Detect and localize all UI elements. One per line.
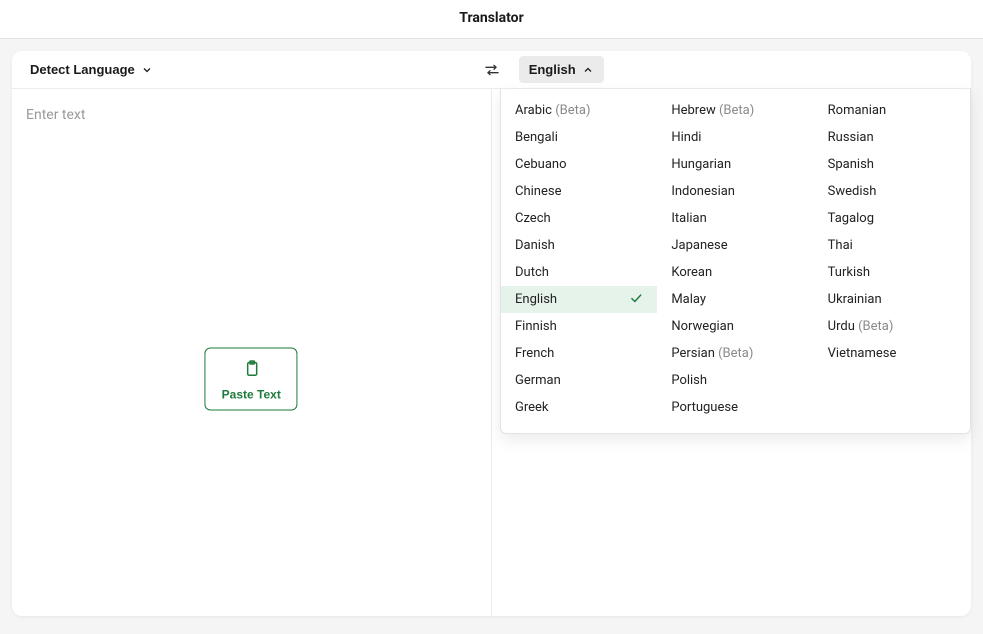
language-option-label: Czech	[515, 211, 551, 226]
language-option-english[interactable]: English	[501, 286, 657, 313]
language-option-label: Spanish	[828, 157, 874, 172]
language-option-thai[interactable]: Thai	[814, 232, 970, 259]
language-option-label: Tagalog	[828, 211, 874, 226]
swap-languages-button[interactable]	[478, 57, 506, 83]
language-option-label: Persian (Beta)	[671, 346, 753, 361]
language-option-indonesian[interactable]: Indonesian	[657, 178, 813, 205]
language-option-urdu[interactable]: Urdu (Beta)	[814, 313, 970, 340]
language-option-label: Romanian	[828, 103, 887, 118]
language-column-2: Hebrew (Beta) Hindi Hungarian Indonesian Ita…	[657, 97, 813, 421]
language-option-japanese[interactable]: Japanese	[657, 232, 813, 259]
language-option-label: Hindi	[671, 130, 701, 145]
language-option-label: Finnish	[515, 319, 557, 334]
chevron-down-icon	[141, 64, 153, 76]
language-option-label: Japanese	[671, 238, 727, 253]
language-option-portuguese[interactable]: Portuguese	[657, 394, 813, 421]
target-language-dropdown: Arabic (Beta) Bengali Cebuano Chinese Czech D…	[500, 89, 971, 434]
language-option-label: Swedish	[828, 184, 877, 199]
language-columns: Arabic (Beta) Bengali Cebuano Chinese Czech D…	[501, 97, 970, 421]
language-option-label: Malay	[671, 292, 706, 307]
translator-card: Detect Language	[12, 51, 971, 616]
target-language-label: English	[529, 62, 576, 77]
language-option-label: Polish	[671, 373, 707, 388]
language-option-label: Vietnamese	[828, 346, 897, 361]
target-toolbar: English	[511, 51, 971, 88]
language-toolbar: Detect Language	[12, 51, 971, 89]
language-option-label: Cebuano	[515, 157, 567, 172]
language-option-german[interactable]: German	[501, 367, 657, 394]
language-option-label: Chinese	[515, 184, 561, 199]
language-option-label: Arabic (Beta)	[515, 103, 591, 118]
source-toolbar: Detect Language	[12, 51, 472, 88]
paste-text-button[interactable]: Paste Text	[205, 348, 298, 411]
language-option-label: Portuguese	[671, 400, 738, 415]
language-option-finnish[interactable]: Finnish	[501, 313, 657, 340]
source-text-input[interactable]	[12, 89, 491, 249]
language-option-tagalog[interactable]: Tagalog	[814, 205, 970, 232]
language-option-hebrew[interactable]: Hebrew (Beta)	[657, 97, 813, 124]
language-option-persian[interactable]: Persian (Beta)	[657, 340, 813, 367]
language-option-arabic[interactable]: Arabic (Beta)	[501, 97, 657, 124]
check-icon	[629, 291, 643, 309]
language-option-malay[interactable]: Malay	[657, 286, 813, 313]
beta-badge: (Beta)	[855, 319, 894, 334]
language-option-czech[interactable]: Czech	[501, 205, 657, 232]
language-option-norwegian[interactable]: Norwegian	[657, 313, 813, 340]
beta-badge: (Beta)	[715, 346, 754, 361]
beta-badge: (Beta)	[716, 103, 755, 118]
language-option-spanish[interactable]: Spanish	[814, 151, 970, 178]
language-option-label: Turkish	[828, 265, 870, 280]
language-option-label: Greek	[515, 400, 549, 415]
source-language-button[interactable]: Detect Language	[20, 56, 163, 83]
language-option-turkish[interactable]: Turkish	[814, 259, 970, 286]
language-option-french[interactable]: French	[501, 340, 657, 367]
language-option-bengali[interactable]: Bengali	[501, 124, 657, 151]
language-option-hindi[interactable]: Hindi	[657, 124, 813, 151]
language-option-label: Italian	[671, 211, 706, 226]
language-option-korean[interactable]: Korean	[657, 259, 813, 286]
app-header: Translator	[0, 0, 983, 39]
main-container: Detect Language	[0, 39, 983, 628]
app-title: Translator	[0, 10, 983, 26]
language-option-label: Ukrainian	[828, 292, 882, 307]
language-option-label: Thai	[828, 238, 853, 253]
language-option-label: Bengali	[515, 130, 558, 145]
language-option-label: English	[515, 292, 557, 307]
source-language-label: Detect Language	[30, 62, 135, 77]
chevron-up-icon	[582, 64, 594, 76]
beta-badge: (Beta)	[552, 103, 591, 118]
language-option-polish[interactable]: Polish	[657, 367, 813, 394]
language-option-dutch[interactable]: Dutch	[501, 259, 657, 286]
clipboard-icon	[242, 359, 260, 382]
target-language-button[interactable]: English	[519, 56, 604, 83]
language-option-chinese[interactable]: Chinese	[501, 178, 657, 205]
language-option-cebuano[interactable]: Cebuano	[501, 151, 657, 178]
swap-container	[472, 57, 510, 83]
language-option-hungarian[interactable]: Hungarian	[657, 151, 813, 178]
language-option-label: Indonesian	[671, 184, 735, 199]
paste-text-label: Paste Text	[222, 388, 281, 402]
language-option-greek[interactable]: Greek	[501, 394, 657, 421]
language-option-vietnamese[interactable]: Vietnamese	[814, 340, 970, 367]
language-option-romanian[interactable]: Romanian	[814, 97, 970, 124]
language-option-italian[interactable]: Italian	[657, 205, 813, 232]
language-option-ukrainian[interactable]: Ukrainian	[814, 286, 970, 313]
language-option-label: Danish	[515, 238, 555, 253]
language-option-label: Russian	[828, 130, 874, 145]
language-option-label: Hungarian	[671, 157, 731, 172]
language-option-label: Dutch	[515, 265, 549, 280]
language-option-label: German	[515, 373, 561, 388]
language-option-label: Hebrew (Beta)	[671, 103, 754, 118]
source-pane: Paste Text	[12, 89, 492, 616]
language-option-label: French	[515, 346, 554, 361]
language-column-3: Romanian Russian Spanish Swedish Tagalog Thai…	[814, 97, 970, 421]
language-option-label: Urdu (Beta)	[828, 319, 894, 334]
language-option-danish[interactable]: Danish	[501, 232, 657, 259]
language-option-russian[interactable]: Russian	[814, 124, 970, 151]
language-option-label: Norwegian	[671, 319, 734, 334]
language-option-swedish[interactable]: Swedish	[814, 178, 970, 205]
language-column-1: Arabic (Beta) Bengali Cebuano Chinese Czech D…	[501, 97, 657, 421]
swap-icon	[484, 63, 500, 77]
language-option-label: Korean	[671, 265, 712, 280]
